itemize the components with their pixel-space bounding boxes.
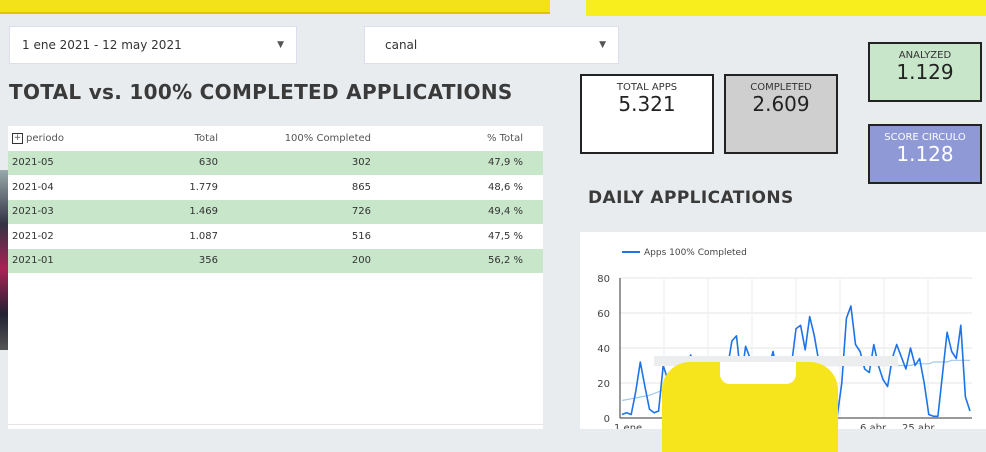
table-header-row: + periodo Total 100% Completed % Total	[8, 126, 543, 151]
kpi-score-circulo: SCORE CIRCULO 1.128	[868, 124, 982, 184]
cell-periodo: 2021-02	[12, 230, 54, 242]
cell-pct: 47,9 %	[488, 157, 523, 169]
cell-periodo: 2021-04	[12, 181, 54, 193]
channel-value: canal	[385, 38, 418, 52]
table-row: 2021-02 1.087 516 47,5 %	[8, 224, 543, 249]
cell-completed: 200	[351, 255, 371, 267]
table-row: 2021-03 1.469 726 49,4 %	[8, 199, 543, 224]
chart-title: DAILY APPLICATIONS	[588, 188, 794, 208]
table-row: 2021-04 1.779 865 48,6 %	[8, 175, 543, 200]
pct-header[interactable]: % Total	[371, 133, 529, 144]
y-tick-label: 40	[597, 344, 610, 355]
chevron-down-icon: ▼	[277, 40, 284, 50]
cell-pct: 56,2 %	[488, 255, 523, 267]
cell-total: 356	[198, 255, 218, 267]
cell-total: 1.469	[189, 206, 218, 218]
expand-icon[interactable]: +	[12, 132, 23, 144]
cell-pct: 47,5 %	[488, 230, 523, 242]
kpi-analyzed: ANALYZED 1.129	[868, 42, 982, 102]
completed-header[interactable]: 100% Completed	[218, 133, 371, 144]
y-tick-label: 80	[597, 274, 610, 285]
cell-total: 1.779	[189, 181, 218, 193]
background-photo-strip	[0, 170, 8, 350]
cell-periodo: 2021-01	[12, 255, 54, 267]
y-tick-label: 60	[597, 309, 610, 320]
chevron-down-icon: ▼	[599, 40, 606, 50]
cell-pct: 49,4 %	[488, 206, 523, 218]
periodo-header[interactable]: + periodo	[8, 132, 128, 144]
cell-total: 1.087	[189, 230, 218, 242]
table-footer-divider	[8, 424, 543, 429]
cell-pct: 48,6 %	[488, 181, 523, 193]
cell-completed: 516	[351, 230, 371, 242]
y-tick-label: 20	[597, 379, 610, 390]
x-tick-label: 1 ene	[614, 423, 642, 429]
legend-label: Apps 100% Completed	[644, 248, 747, 258]
kpi-completed: COMPLETED 2.609	[724, 74, 838, 154]
date-range-value: 1 ene 2021 - 12 may 2021	[22, 38, 182, 52]
table-title: TOTAL vs. 100% COMPLETED APPLICATIONS	[9, 80, 513, 104]
top-banner-right	[586, 0, 986, 16]
table-row: 2021-01 356 200 56,2 %	[8, 248, 543, 273]
date-range-dropdown[interactable]: 1 ene 2021 - 12 may 2021 ▼	[9, 26, 297, 64]
cell-total: 630	[198, 157, 218, 169]
kpi-completed-value: 2.609	[752, 92, 810, 116]
top-banner-left	[0, 0, 550, 14]
applications-table: + periodo Total 100% Completed % Total 2…	[8, 126, 543, 429]
x-tick-label: 6 abr	[860, 423, 887, 429]
y-tick-label: 0	[604, 414, 610, 425]
kpi-score-value: 1.128	[896, 142, 954, 166]
cell-periodo: 2021-03	[12, 206, 54, 218]
kpi-analyzed-value: 1.129	[896, 60, 954, 84]
x-tick-label: 25 abr	[902, 423, 935, 429]
cell-completed: 726	[351, 206, 371, 218]
table-row: 2021-05 630 302 47,9 %	[8, 150, 543, 175]
cell-periodo: 2021-05	[12, 157, 54, 169]
cell-completed: 302	[351, 157, 371, 169]
kpi-total-apps-value: 5.321	[618, 92, 676, 116]
kpi-total-apps: TOTAL APPS 5.321	[580, 74, 714, 154]
overlay-yellow-tab	[720, 362, 796, 384]
cell-completed: 865	[351, 181, 371, 193]
total-header[interactable]: Total	[128, 133, 218, 144]
channel-dropdown[interactable]: canal ▼	[364, 26, 619, 64]
